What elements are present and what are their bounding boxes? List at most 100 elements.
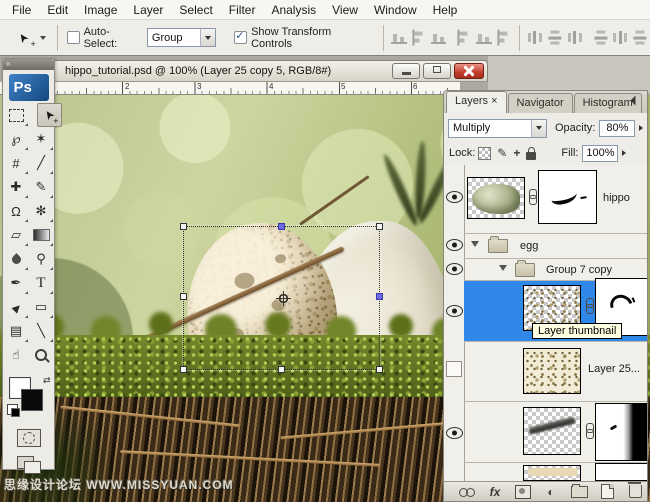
clone-stamp-tool[interactable]: Ω [4,199,29,223]
move-tool[interactable]: ➤ [36,103,62,127]
menu-image[interactable]: Image [76,1,125,19]
new-layer-icon[interactable] [598,484,616,499]
lock-all-icon[interactable] [526,146,537,160]
lasso-tool[interactable]: ℘ [4,127,29,151]
auto-select-dropdown[interactable]: Group [146,28,217,47]
minimize-button[interactable] [392,63,420,79]
screen-mode-button[interactable] [16,456,41,474]
visibility-checkbox-empty[interactable] [446,361,462,377]
type-tool[interactable]: T [29,271,54,295]
chevron-down-icon[interactable] [531,119,546,137]
zoom-tool[interactable] [29,343,54,367]
menu-select[interactable]: Select [171,1,220,19]
document-title-bar[interactable]: hippo_tutorial.psd @ 100% (Layer 25 copy… [52,60,488,82]
layer-mask-thumbnail[interactable] [595,463,647,481]
transform-handle-bottom-left[interactable] [180,366,187,373]
rectangular-marquee-tool[interactable] [4,103,29,127]
align-top-edges-icon[interactable] [390,31,407,44]
gradient-tool[interactable] [29,223,54,247]
transform-reference-point[interactable] [276,291,291,306]
visibility-eye-icon[interactable] [446,427,463,439]
background-color-swatch[interactable] [20,389,43,411]
blur-tool[interactable] [4,247,29,271]
group-name[interactable]: egg [520,240,538,252]
close-button[interactable] [454,63,484,79]
layer-mask-thumbnail[interactable] [595,403,647,461]
menu-window[interactable]: Window [366,1,425,19]
hand-tool[interactable]: ☝ [4,343,29,367]
eyedropper-tool[interactable]: ╲ [29,319,54,343]
mask-link-icon[interactable] [585,298,594,314]
layer-style-icon[interactable]: fx [486,485,504,499]
default-colors-icon[interactable] [6,404,20,417]
palette-collapse-bar[interactable]: « [3,59,54,70]
swap-colors-icon[interactable]: ⇄ [43,375,51,386]
group-name[interactable]: Group 7 copy [546,264,612,276]
visibility-eye-icon[interactable] [446,191,463,203]
lock-position-icon[interactable]: + [513,146,520,160]
mask-link-icon[interactable] [528,189,537,205]
menu-view[interactable]: View [324,1,366,19]
transform-handle-bottom-center[interactable] [278,366,285,373]
distribute-left-edges-icon[interactable] [593,29,607,46]
add-layer-mask-icon[interactable] [514,484,532,499]
opacity-value[interactable]: 80% [599,119,636,137]
distribute-horizontal-centers-icon[interactable] [612,31,629,44]
distribute-vertical-centers-icon[interactable] [548,29,562,46]
layer-thumbnail[interactable] [523,348,581,394]
tab-navigator[interactable]: Navigator [507,93,573,113]
auto-select-checkbox[interactable] [66,31,80,44]
delete-layer-icon[interactable] [626,482,644,499]
lock-transparency-icon[interactable] [478,146,492,160]
group-expand-icon[interactable] [471,241,479,247]
magic-wand-tool[interactable]: ✶ [29,127,54,151]
fill-value[interactable]: 100% [582,144,619,162]
transform-handle-middle-left[interactable] [180,293,187,300]
menu-help[interactable]: Help [425,1,466,19]
transform-handle-top-left[interactable] [180,223,187,230]
layer-thumbnail[interactable] [467,177,525,219]
shape-tool[interactable]: ▭ [29,295,54,319]
link-layers-icon[interactable] [458,485,476,499]
layer-name[interactable]: hippo [603,192,630,204]
tab-close-icon[interactable]: × [491,95,497,107]
brush-tool[interactable]: ✎ [29,175,54,199]
layer-thumbnail[interactable] [523,407,581,455]
layer-mask-thumbnail[interactable] [538,170,597,224]
tab-histogram[interactable]: Histogram [573,93,642,113]
menu-layer[interactable]: Layer [125,1,171,19]
crop-tool[interactable]: # [4,151,29,175]
transform-handle-middle-right[interactable] [376,293,383,300]
group-expand-icon[interactable] [499,265,507,271]
menu-analysis[interactable]: Analysis [263,1,324,19]
distribute-top-edges-icon[interactable] [526,31,543,44]
spot-healing-brush-tool[interactable]: ✚ [4,175,29,199]
visibility-eye-icon[interactable] [446,305,463,317]
align-horizontal-centers-icon[interactable] [476,31,493,44]
menu-file[interactable]: File [4,1,39,19]
transform-bounding-box[interactable] [180,223,383,373]
transform-handle-bottom-right[interactable] [376,366,383,373]
transform-handle-top-center[interactable] [278,223,285,230]
show-transform-controls-checkbox[interactable] [234,29,248,44]
tab-layers[interactable]: Layers × [446,91,507,113]
align-left-edges-icon[interactable] [457,29,471,46]
quick-mask-button[interactable] [16,429,41,447]
visibility-eye-icon[interactable] [446,263,463,275]
layer-thumbnail[interactable] [523,465,581,481]
pen-tool[interactable]: ✒ [4,271,29,295]
new-group-icon[interactable] [570,483,588,499]
lock-image-icon[interactable]: ✎ [497,146,507,160]
fill-slider-arrow-icon[interactable] [618,145,630,162]
dodge-tool[interactable]: ⚲ [29,247,54,271]
menu-filter[interactable]: Filter [221,1,264,19]
transform-handle-top-right[interactable] [376,223,383,230]
align-vertical-centers-icon[interactable] [412,29,426,46]
visibility-eye-icon[interactable] [446,239,463,251]
align-right-edges-icon[interactable] [497,29,511,46]
tool-preset-arrow-icon[interactable] [39,35,46,40]
mask-link-icon[interactable] [585,423,594,439]
path-selection-tool[interactable]: ► [4,295,29,319]
adjustment-layer-icon[interactable]: ◐ [542,485,560,499]
history-brush-tool[interactable]: ✻ [29,199,54,223]
